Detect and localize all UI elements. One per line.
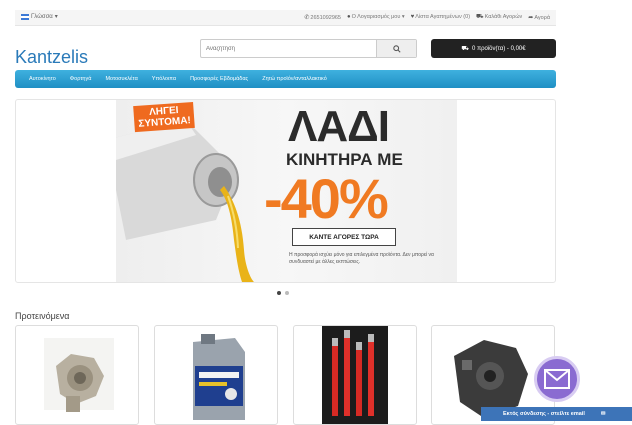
chat-offline-label: Εκτός σύνδεσης - στείλτε email <box>503 411 585 417</box>
greek-flag-icon <box>21 13 29 20</box>
nav-item-motorcycle[interactable]: Μοτοσυκλέτα <box>105 76 137 82</box>
wishlist-link[interactable]: ♥Λίστα Αγαπημένων (0) <box>411 14 470 20</box>
cart-icon: ⛟ <box>461 45 469 52</box>
slider-dot[interactable] <box>277 291 281 295</box>
product-card[interactable] <box>15 325 139 425</box>
cart-icon: ⛟ <box>476 14 484 20</box>
language-label: Γλώσσα <box>31 13 53 20</box>
shop-now-button[interactable]: ΚΑΝΤΕ ΑΓΟΡΕΣ ΤΩΡΑ <box>292 228 396 246</box>
top-bar: Γλώσσα ▾ ✆2651092965 ●Ο Λογαριασμός μου … <box>15 10 556 26</box>
phone-number: 2651092965 <box>310 14 341 21</box>
checkout-link[interactable]: ➦Αγορά <box>528 14 550 21</box>
ribbon-line-2: ΣΥΝΤΟΜΑ! <box>138 115 192 130</box>
caret-down-icon: ▾ <box>401 14 405 20</box>
cart-link-label: Καλάθι Αγορών <box>484 14 523 20</box>
shock-absorbers-image <box>322 326 388 424</box>
search-button[interactable] <box>376 40 416 57</box>
envelope-icon <box>544 369 570 389</box>
banner-discount: -40% <box>264 167 389 230</box>
account-label: Ο Λογαριασμός μου <box>351 14 401 20</box>
main-nav: Αυτοκίνητο Φορτηγά Μοτοσυκλέτα Υπόλοιπα … <box>15 70 556 88</box>
oil-can-image <box>193 334 245 420</box>
user-icon: ● <box>347 14 351 20</box>
checkout-label: Αγορά <box>534 14 550 21</box>
chat-widget-button[interactable] <box>534 356 580 402</box>
nav-item-weekly-offers[interactable]: Προσφορές Εβδομάδας <box>190 76 248 82</box>
nav-item-other[interactable]: Υπόλοιπα <box>152 76 176 82</box>
phone-icon: ✆ <box>304 14 310 21</box>
hero-slider: ΛΗΓΕΙ ΣΥΝΤΟΜΑ! ΛΑΔΙ ΚΙΝΗΤΗΡΑ ΜΕ -40% ΚΑΝ… <box>15 99 556 283</box>
product-card[interactable] <box>154 325 278 425</box>
cart-button[interactable]: ⛟ 0 προϊόν(τα) - 0,00€ <box>431 39 556 58</box>
featured-title: Προτεινόμενα <box>15 311 70 321</box>
product-card[interactable] <box>293 325 417 425</box>
account-link[interactable]: ●Ο Λογαριασμός μου ▾ <box>347 14 405 20</box>
cart-link[interactable]: ⛟Καλάθι Αγορών <box>476 13 522 21</box>
search-input[interactable] <box>201 40 376 57</box>
top-links: ✆2651092965 ●Ο Λογαριασμός μου ▾ ♥Λίστα … <box>304 13 550 21</box>
search-icon <box>392 44 401 53</box>
water-pump-image <box>44 338 114 412</box>
promo-banner[interactable]: ΛΗΓΕΙ ΣΥΝΤΟΜΑ! ΛΑΔΙ ΚΙΝΗΤΗΡΑ ΜΕ -40% ΚΑΝ… <box>116 100 457 282</box>
banner-disclaimer: Η προσφορά ισχύει μόνο για επιλεγμένα πρ… <box>289 252 434 265</box>
heart-icon: ♥ <box>410 14 415 20</box>
language-selector[interactable]: Γλώσσα ▾ <box>21 13 58 20</box>
banner-headline: ΛΑΔΙ <box>288 102 390 151</box>
slider-pagination <box>277 291 289 295</box>
cart-summary: 0 προϊόν(τα) - 0,00€ <box>471 45 526 52</box>
wishlist-label: Λίστα Αγαπημένων (0) <box>415 14 471 20</box>
phone-link[interactable]: ✆2651092965 <box>304 14 341 21</box>
share-icon: ➦ <box>528 14 534 21</box>
nav-item-request-part[interactable]: Ζητώ προϊόν/ανταλλακτικό <box>262 76 327 82</box>
nav-item-trucks[interactable]: Φορτηγά <box>70 76 92 82</box>
search-box <box>200 39 417 58</box>
nav-item-car[interactable]: Αυτοκίνητο <box>29 76 56 82</box>
expiring-ribbon: ΛΗΓΕΙ ΣΥΝΤΟΜΑ! <box>133 101 196 133</box>
slider-dot[interactable] <box>285 291 289 295</box>
site-logo[interactable]: Kantzelis <box>15 47 88 68</box>
caret-down-icon: ▾ <box>54 14 58 20</box>
chat-offline-bar[interactable]: Εκτός σύνδεσης - στείλτε email ✉ <box>481 407 632 421</box>
envelope-icon: ✉ <box>600 411 606 417</box>
